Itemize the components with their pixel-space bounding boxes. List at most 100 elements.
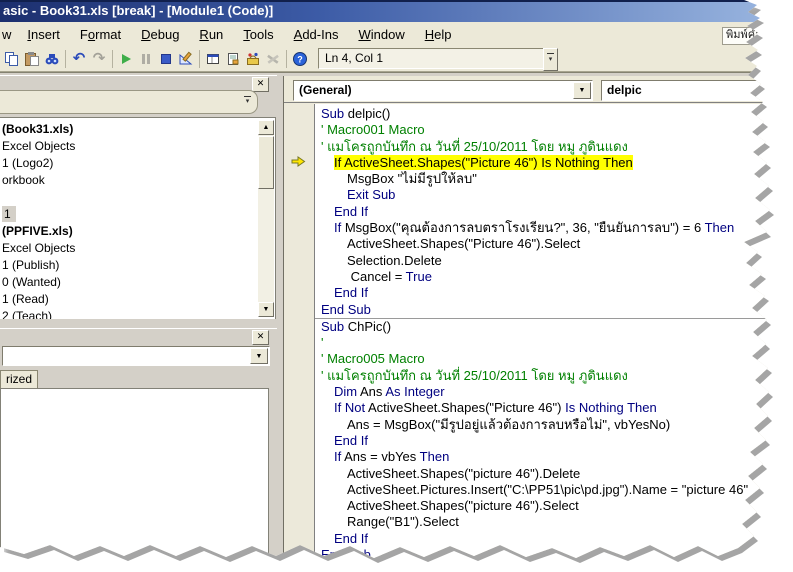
project-explorer: (Book31.xls)Excel Objects1 (Logo2)orkboo… [0, 117, 276, 319]
break-icon [136, 49, 156, 69]
code-line: ActiveSheet.Shapes("picture 46").Select [315, 498, 793, 514]
toolbar-options-chevron[interactable]: ▾ [543, 48, 558, 71]
code-line: Cancel = True [315, 269, 793, 285]
redo-icon: ↷ [89, 49, 109, 69]
properties-close-icon[interactable]: ✕ [252, 330, 269, 345]
project-explorer-icon[interactable] [203, 49, 223, 69]
toolbar-separator [112, 50, 113, 68]
code-line: End If [315, 285, 793, 301]
toolbox-icon[interactable] [243, 49, 263, 69]
menubar: wInsertFormatDebugRunToolsAdd-InsWindowH… [0, 22, 793, 46]
code-editor[interactable]: Sub delpic()' Macro001 Macro' แมโครถูกบั… [315, 104, 793, 572]
code-body: Sub delpic()' Macro001 Macro' แมโครถูกบั… [284, 102, 793, 572]
code-line: End Sub [315, 302, 793, 318]
chevron-down-icon[interactable]: ▼ [250, 348, 268, 364]
procedure-dropdown-value: delpic [607, 83, 642, 97]
code-line: If MsgBox("คุณต้องการลบตราโรงเรียน?", 36… [315, 220, 793, 236]
scroll-down-icon[interactable]: ▼ [258, 302, 274, 317]
code-line: End If [315, 531, 793, 547]
toolbar-separator [199, 50, 200, 68]
tree-item[interactable]: 0 (Wanted) [0, 274, 258, 291]
menu-format[interactable]: Format [70, 24, 131, 45]
mdi-area: ✕ ▾ (Book31.xls)Excel Objects1 (Logo2)or… [0, 72, 793, 572]
options-icon [263, 49, 283, 69]
chevron-down-icon[interactable]: ▼ [573, 82, 591, 99]
code-line: ' แมโครถูกบันทึก ณ วันที่ 25/10/2011 โดย… [315, 139, 793, 155]
properties-window-icon[interactable] [223, 49, 243, 69]
menu-add-ins[interactable]: Add-Ins [284, 24, 349, 45]
properties-panel-titlebar: ✕ [0, 328, 277, 345]
menu-debug[interactable]: Debug [131, 24, 189, 45]
project-close-icon[interactable]: ✕ [252, 77, 269, 92]
code-line: Range("B1").Select [315, 514, 793, 530]
execution-point-arrow-icon [291, 156, 306, 167]
code-line: ' Macro001 Macro [315, 122, 793, 138]
vbe-screenshot: asic - Book31.xls [break] - [Module1 (Co… [0, 0, 793, 572]
reset-icon[interactable] [156, 49, 176, 69]
code-line: MsgBox "ไม่มีรูปให้ลบ" [315, 171, 793, 187]
code-line: Sub ChPic() [315, 318, 793, 335]
code-line: End If [315, 204, 793, 220]
copy-icon[interactable] [2, 49, 22, 69]
line-column-indicator: Ln 4, Col 1 [318, 48, 549, 69]
menu-help[interactable]: Help [415, 24, 462, 45]
scrollbar-thumb[interactable] [258, 136, 274, 189]
menu-view-fragment[interactable]: w [0, 24, 17, 45]
code-line: End If [315, 433, 793, 449]
menu-insert[interactable]: Insert [17, 24, 70, 45]
code-lines: Sub delpic()' Macro001 Macro' แมโครถูกบั… [315, 106, 793, 563]
tree-item[interactable]: 1 (Logo2) [0, 155, 258, 172]
object-dropdown[interactable]: (General) ▼ [293, 80, 593, 101]
code-line: If Ans = vbYes Then [315, 449, 793, 465]
code-combo-row: (General) ▼ delpic [284, 76, 793, 102]
svg-text:?: ? [297, 54, 303, 64]
chevron-down-icon[interactable]: ▾ [244, 96, 251, 105]
toolbar-separator [286, 50, 287, 68]
tree-item[interactable]: 1 (Read) [0, 291, 258, 308]
code-line: ' แมโครถูกบันทึก ณ วันที่ 25/10/2011 โดย… [315, 368, 793, 384]
undo-icon[interactable]: ↶ [69, 49, 89, 69]
menu-tools[interactable]: Tools [233, 24, 283, 45]
project-tree: (Book31.xls)Excel Objects1 (Logo2)orkboo… [0, 121, 258, 319]
tree-item[interactable]: Excel Objects [0, 240, 258, 257]
tree-item[interactable]: (PPFIVE.xls) [0, 223, 258, 240]
toolbar-separator [65, 50, 66, 68]
code-line: Dim Ans As Integer [315, 384, 793, 400]
find-icon[interactable] [42, 49, 62, 69]
code-line: ' [315, 335, 793, 351]
vbe-window: asic - Book31.xls [break] - [Module1 (Co… [0, 0, 793, 572]
code-line: If Not ActiveSheet.Shapes("Picture 46") … [315, 400, 793, 416]
tree-item[interactable]: (Book31.xls) [0, 121, 258, 138]
menubar-items: wInsertFormatDebugRunToolsAdd-InsWindowH… [0, 24, 461, 45]
tree-item[interactable]: orkbook [0, 172, 258, 189]
menu-run[interactable]: Run [189, 24, 233, 45]
code-line: If ActiveSheet.Shapes("Picture 46") Is N… [315, 155, 793, 171]
tree-item[interactable]: Excel Objects [0, 138, 258, 155]
properties-content [0, 388, 269, 558]
tree-item[interactable]: 1 [0, 206, 258, 223]
margin-indicator-bar[interactable] [284, 104, 315, 572]
project-scrollbar[interactable]: ▲ ▼ [258, 120, 274, 317]
project-toolbar: ▾ [0, 90, 258, 114]
scroll-up-icon[interactable]: ▲ [258, 120, 274, 135]
window-title: asic - Book31.xls [break] - [Module1 (Co… [3, 3, 273, 18]
code-line: ActiveSheet.Shapes("Picture 46").Select [315, 236, 793, 252]
code-line: Sub delpic() [315, 106, 793, 122]
code-line: Exit Sub [315, 187, 793, 203]
code-line: ' Macro005 Macro [315, 351, 793, 367]
tab-categorized[interactable]: rized [0, 370, 38, 388]
properties-object-dropdown[interactable]: ▼ [2, 346, 270, 366]
tree-item[interactable]: 1 (Publish) [0, 257, 258, 274]
run-icon[interactable] [116, 49, 136, 69]
paste-icon[interactable] [22, 49, 42, 69]
menu-window[interactable]: Window [348, 24, 414, 45]
help-icon[interactable]: ? [290, 49, 310, 69]
window-titlebar: asic - Book31.xls [break] - [Module1 (Co… [0, 0, 793, 22]
code-line: ActiveSheet.Pictures.Insert("C:\PP51\pic… [315, 482, 793, 498]
code-line: Selection.Delete [315, 253, 793, 269]
tree-item[interactable] [0, 189, 258, 206]
design-mode-icon[interactable] [176, 49, 196, 69]
code-line: Ans = MsgBox("มีรูปอยู่แล้วต้องการลบหรือ… [315, 417, 793, 433]
object-dropdown-value: (General) [299, 83, 352, 97]
tree-item[interactable]: 2 (Teach) [0, 308, 258, 319]
